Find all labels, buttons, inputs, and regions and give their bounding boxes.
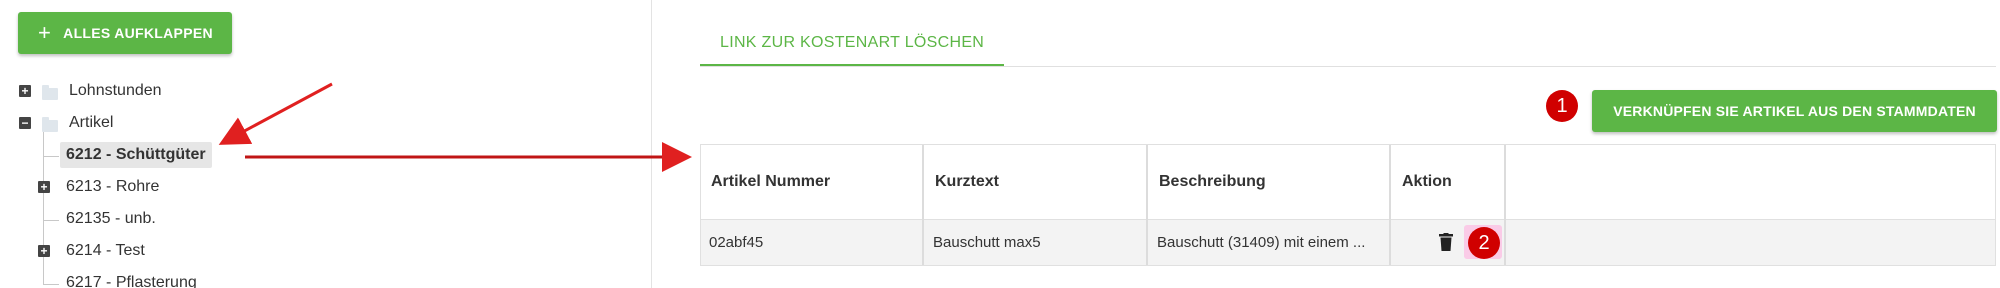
tree-node-label: 6212 - Schüttgüter [66,146,206,163]
tab-divider [700,66,1996,67]
trash-icon[interactable] [1439,233,1453,251]
tree-node-label: 6217 - Pflasterung [66,274,197,288]
tree-node-label: 62135 - unb. [66,210,156,227]
tree-node-6214[interactable]: 6214 - Test [66,238,145,264]
tree-connector [43,128,44,284]
tree-panel: + ALLES AUFKLAPPEN + Lohnstunden − Artik… [0,0,652,288]
step-badge-1: 1 [1546,90,1578,122]
tree-node-62135[interactable]: 62135 - unb. [66,206,156,232]
tree-connector [43,156,59,157]
tree-node-lohnstunden[interactable]: Lohnstunden [69,78,162,104]
expand-toggle-icon[interactable]: + [19,85,31,97]
cell-beschreibung: Bauschutt (31409) mit einem ... [1157,233,1366,251]
articles-table: Artikel Nummer Kurztext Beschreibung Akt… [700,144,1996,266]
link-articles-button[interactable]: VERKNÜPFEN SIE ARTIKEL AUS DEN STAMMDATE… [1592,90,1997,132]
tab-label: LINK ZUR KOSTENART LÖSCHEN [720,34,985,51]
tree-connector [43,284,59,285]
tree-node-artikel[interactable]: Artikel [69,110,113,136]
folder-icon [42,117,58,132]
cell-kurztext: Bauschutt max5 [933,233,1041,251]
expand-all-label: ALLES AUFKLAPPEN [63,25,213,41]
tree-node-label: 6213 - Rohre [66,178,160,195]
tree-node-label: 6214 - Test [66,242,145,259]
tree-node-6212[interactable]: 6212 - Schüttgüter [60,142,212,168]
collapse-toggle-icon[interactable]: − [19,117,31,129]
header-kurztext[interactable]: Kurztext [925,145,1146,219]
header-artikel-nummer[interactable]: Artikel Nummer [701,145,922,219]
tab-delete-link[interactable]: LINK ZUR KOSTENART LÖSCHEN [700,22,1005,66]
expand-all-button[interactable]: + ALLES AUFKLAPPEN [18,12,232,54]
header-aktion: Aktion [1402,173,1452,190]
expand-toggle-icon[interactable]: + [38,181,50,193]
tree-connector [43,220,59,221]
tree-node-label: Artikel [69,114,114,131]
link-articles-label: VERKNÜPFEN SIE ARTIKEL AUS DEN STAMMDATE… [1613,103,1976,119]
cell-artikel-nummer: 02abf45 [709,233,764,251]
tree-node-6217[interactable]: 6217 - Pflasterung [66,270,197,288]
header-beschreibung[interactable]: Beschreibung [1149,145,1389,219]
step-badge-2: 2 [1468,227,1500,259]
folder-icon [42,85,58,100]
tree-node-6213[interactable]: 6213 - Rohre [66,174,159,200]
plus-icon: + [38,20,52,45]
expand-toggle-icon[interactable]: + [38,245,50,257]
tree-node-label: Lohnstunden [69,82,162,99]
